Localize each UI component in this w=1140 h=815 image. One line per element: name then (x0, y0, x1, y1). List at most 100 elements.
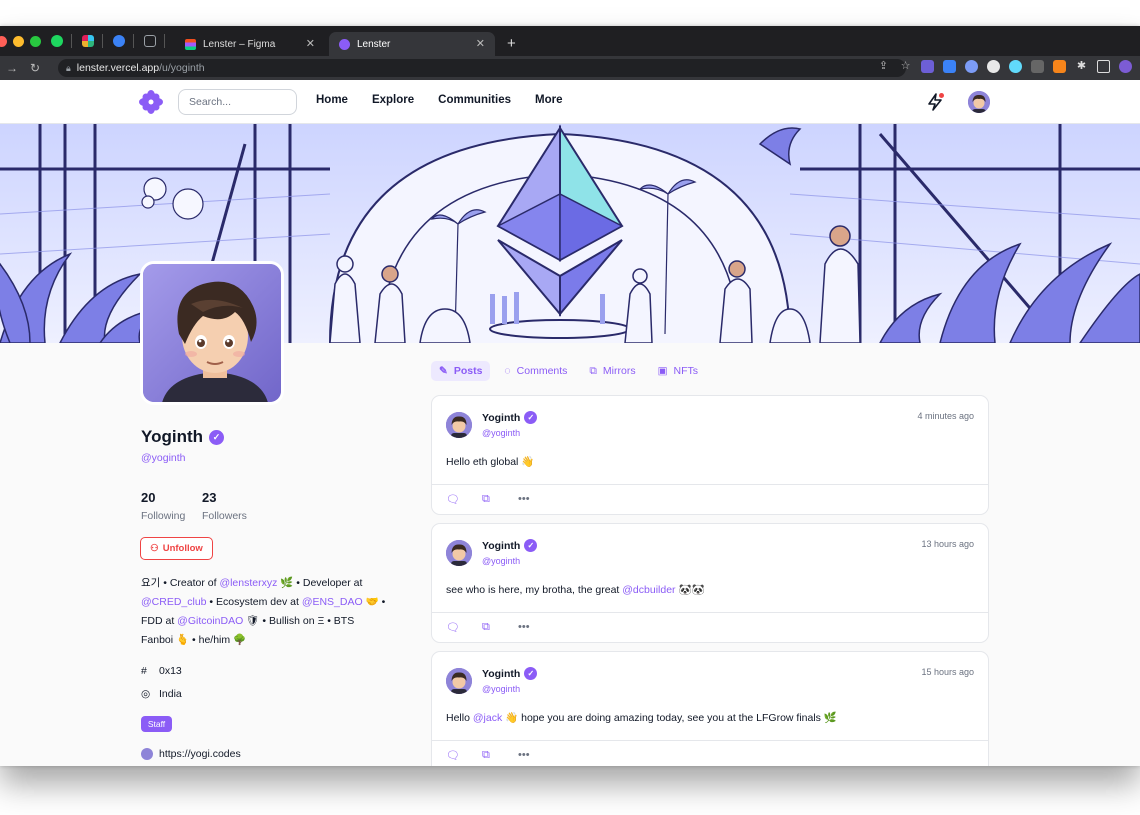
unfollow-button[interactable]: ⚇ Unfollow (140, 537, 213, 560)
bio-text: • Ecosystem dev at (206, 596, 302, 608)
post-author-name[interactable]: Yoginth ✓ (482, 411, 538, 424)
slack-pinned-tab-icon[interactable] (82, 35, 94, 47)
post-author-avatar[interactable] (446, 412, 472, 438)
bio-mention-link[interactable]: @ENS_DAO (302, 596, 363, 608)
following-label[interactable]: Following (141, 510, 185, 522)
profile-handle: @yoginth (141, 452, 186, 464)
post-mention-link[interactable]: @dcbuilder (622, 584, 675, 596)
profile-avatar[interactable] (1119, 60, 1132, 73)
search-input[interactable]: Search... (178, 89, 297, 115)
close-window-button[interactable] (0, 35, 7, 47)
comment-icon[interactable]: 🗨︎ (446, 749, 460, 762)
unfollow-label: Unfollow (162, 543, 203, 554)
bookmark-star-icon[interactable]: ☆ (899, 60, 912, 73)
reload-icon[interactable]: ↻ (30, 61, 40, 75)
verified-badge-icon: ✓ (209, 429, 224, 445)
forward-icon[interactable]: → (6, 61, 18, 75)
more-options-icon[interactable]: ••• (518, 749, 530, 761)
user-menu-avatar[interactable] (968, 91, 990, 113)
pencil-icon: ✎ (439, 365, 448, 377)
nav-explore[interactable]: Explore (372, 94, 414, 106)
extension-icon[interactable] (965, 60, 978, 73)
url-path: /u/yoginth (159, 62, 205, 74)
extension-icon[interactable] (943, 60, 956, 73)
post-actions: 🗨︎ ⧉ ••• (432, 740, 988, 766)
minimize-window-button[interactable] (13, 35, 24, 47)
profile-hashtag-row: # 0x13 (141, 665, 182, 677)
side-panel-icon[interactable] (1097, 60, 1110, 73)
extension-icon[interactable] (987, 60, 1000, 73)
more-options-icon[interactable]: ••• (518, 493, 530, 505)
following-count[interactable]: 20 (141, 490, 155, 505)
tab-posts[interactable]: ✎ Posts (431, 361, 491, 381)
post-mention-link[interactable]: @jack (473, 712, 502, 724)
tab-nfts[interactable]: ▣ NFTs (650, 361, 706, 381)
followers-count[interactable]: 23 (202, 490, 216, 505)
tab-label: Mirrors (602, 365, 636, 377)
react-devtools-icon[interactable] (1009, 60, 1022, 73)
tab-title: Lenster – Figma (203, 38, 276, 50)
post-card[interactable]: Yoginth ✓ @yoginth 15 hours ago Hello @j… (431, 651, 989, 766)
bio-mention-link[interactable]: @GitcoinDAO (177, 615, 243, 627)
lock-icon: 🔒︎ (66, 62, 71, 73)
comment-icon[interactable]: 🗨︎ (446, 621, 460, 634)
post-content: Hello @jack 👋 hope you are doing amazing… (446, 711, 837, 724)
post-author-avatar[interactable] (446, 540, 472, 566)
followers-label[interactable]: Followers (202, 510, 247, 522)
tab-title: Lenster (357, 38, 391, 50)
extension-icon[interactable] (921, 60, 934, 73)
mirror-icon[interactable]: ⧉ (482, 749, 490, 762)
verified-badge-icon: ✓ (524, 539, 538, 552)
extensions-puzzle-icon[interactable]: ✱ (1075, 60, 1088, 73)
address-bar[interactable]: 🔒︎ lenster.vercel.app/u/yoginth (58, 59, 906, 77)
tab-mirrors[interactable]: ⧉ Mirrors (581, 361, 643, 381)
nav-more[interactable]: More (535, 94, 562, 106)
bio-mention-link[interactable]: @lensterxyz (219, 577, 277, 589)
pinned-tab-icon[interactable] (113, 35, 125, 47)
metamask-icon[interactable] (1053, 60, 1066, 73)
extension-icon[interactable] (1031, 60, 1044, 73)
post-author-handle[interactable]: @yoginth (482, 428, 520, 438)
new-tab-button[interactable]: + (507, 35, 516, 52)
post-author-avatar[interactable] (446, 668, 472, 694)
post-author-name[interactable]: Yoginth ✓ (482, 539, 538, 552)
tab-label: Posts (453, 365, 483, 377)
notification-dot (939, 93, 944, 98)
profile-name-text: Yoginth (141, 427, 203, 446)
spotify-pinned-tab-icon[interactable] (51, 35, 63, 47)
author-name-text: Yoginth (482, 539, 521, 552)
profile-website-link[interactable]: https://yogi.codes (159, 748, 241, 760)
post-card[interactable]: Yoginth ✓ @yoginth 4 minutes ago Hello e… (431, 395, 989, 515)
post-author-handle[interactable]: @yoginth (482, 556, 520, 566)
user-minus-icon: ⚇ (150, 543, 159, 554)
mirror-icon: ⧉ (589, 364, 597, 377)
close-tab-icon[interactable]: ✕ (476, 37, 485, 50)
image-icon: ▣ (657, 365, 668, 377)
nav-communities[interactable]: Communities (438, 94, 511, 106)
main-nav: Home Explore Communities More (316, 94, 586, 106)
post-author-name[interactable]: Yoginth ✓ (482, 667, 538, 680)
post-author-handle[interactable]: @yoginth (482, 684, 520, 694)
tab-figma[interactable]: Lenster – Figma ✕ (175, 32, 325, 56)
post-timestamp[interactable]: 13 hours ago (921, 539, 974, 549)
more-options-icon[interactable]: ••• (518, 621, 530, 633)
post-timestamp[interactable]: 15 hours ago (921, 667, 974, 677)
nav-home[interactable]: Home (316, 94, 348, 106)
browser-tab-strip: Lenster – Figma ✕ Lenster ✕ + (0, 26, 1140, 56)
maximize-window-button[interactable] (30, 35, 41, 47)
post-timestamp[interactable]: 4 minutes ago (917, 411, 974, 421)
mirror-icon[interactable]: ⧉ (482, 493, 490, 506)
mirror-icon[interactable]: ⧉ (482, 621, 490, 634)
bio-text: 🌿 • Developer at (277, 577, 363, 589)
tab-comments[interactable]: ◌ Comments (496, 361, 575, 381)
post-card[interactable]: Yoginth ✓ @yoginth 13 hours ago see who … (431, 523, 989, 643)
comment-icon[interactable]: 🗨︎ (446, 493, 460, 506)
bio-mention-link[interactable]: @CRED_club (141, 596, 207, 608)
close-tab-icon[interactable]: ✕ (306, 37, 315, 50)
lenster-logo-icon[interactable] (138, 89, 164, 115)
location-pin-icon: ◎ (141, 688, 151, 700)
profile-avatar-image (140, 261, 284, 405)
tab-lenster[interactable]: Lenster ✕ (329, 32, 495, 56)
pinned-tab-icon[interactable] (144, 35, 156, 47)
share-icon[interactable]: ⇪ (877, 60, 890, 73)
